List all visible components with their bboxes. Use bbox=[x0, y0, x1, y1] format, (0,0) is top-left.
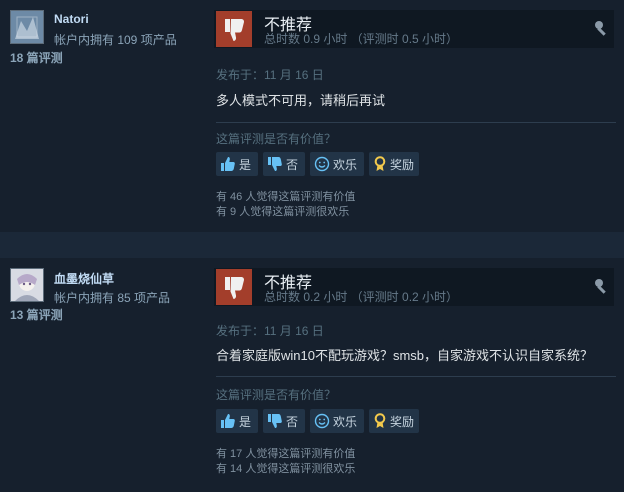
award-label: 奖励 bbox=[390, 414, 415, 429]
divider bbox=[216, 122, 616, 123]
thumbs-down-icon bbox=[216, 269, 252, 305]
vote-funny-button[interactable]: 欢乐 bbox=[310, 409, 364, 433]
playtime: 总时数 0.9 小时 （评测时 0.5 小时） bbox=[264, 32, 459, 46]
vote-yes-button[interactable]: 是 bbox=[216, 409, 258, 433]
review-count[interactable]: 13 篇评测 bbox=[10, 306, 63, 323]
products-owned[interactable]: 帐户内拥有 85 项产品 bbox=[54, 289, 170, 306]
helpful-count: 有 17 人觉得这篇评测有价值 bbox=[216, 448, 356, 460]
vote-yes-button[interactable]: 是 bbox=[216, 152, 258, 176]
playtime: 总时数 0.2 小时 （评测时 0.2 小时） bbox=[264, 290, 459, 304]
thumbs-up-icon bbox=[221, 414, 235, 428]
review-card: Natori 帐户内拥有 109 项产品 18 篇评测 不推荐 总时数 0.9 … bbox=[0, 0, 624, 232]
author-name[interactable]: 血墨烧仙草 bbox=[54, 270, 114, 287]
products-owned[interactable]: 帐户内拥有 109 项产品 bbox=[54, 31, 177, 48]
funny-count: 有 9 人觉得这篇评测很欢乐 bbox=[216, 206, 350, 218]
vote-no-button[interactable]: 否 bbox=[263, 409, 305, 433]
review-text: 多人模式不可用，请稍后再试 bbox=[216, 93, 386, 108]
vote-no-label: 否 bbox=[286, 414, 299, 429]
award-button[interactable]: 奖励 bbox=[369, 152, 419, 176]
award-icon bbox=[374, 413, 386, 428]
info-icon[interactable] bbox=[594, 20, 610, 36]
review-separator bbox=[0, 232, 624, 258]
vote-no-button[interactable]: 否 bbox=[263, 152, 305, 176]
vote-funny-label: 欢乐 bbox=[333, 157, 358, 172]
vote-stats: 有 17 人觉得这篇评测有价值 有 14 人觉得这篇评测很欢乐 bbox=[216, 447, 355, 477]
thumbs-up-icon bbox=[221, 157, 235, 171]
vote-no-label: 否 bbox=[286, 157, 299, 172]
award-icon bbox=[374, 156, 386, 171]
review-card: 血墨烧仙草 帐户内拥有 85 项产品 13 篇评测 不推荐 总时数 0.2 小时… bbox=[0, 258, 624, 492]
vote-yes-label: 是 bbox=[239, 414, 252, 429]
thumbs-down-icon bbox=[268, 157, 282, 171]
smiley-icon bbox=[314, 156, 330, 172]
thumbs-down-icon bbox=[216, 11, 252, 47]
posted-date: 发布于：11 月 16 日 bbox=[216, 324, 324, 338]
helpful-question: 这篇评测是否有价值？ bbox=[216, 132, 337, 146]
funny-count: 有 14 人觉得这篇评测很欢乐 bbox=[216, 463, 356, 475]
award-label: 奖励 bbox=[390, 157, 415, 172]
helpful-count: 有 46 人觉得这篇评测有价值 bbox=[216, 191, 356, 203]
review-count[interactable]: 18 篇评测 bbox=[10, 49, 63, 66]
vote-stats: 有 46 人觉得这篇评测有价值 有 9 人觉得这篇评测很欢乐 bbox=[216, 190, 355, 220]
verdict-header[interactable]: 不推荐 总时数 0.2 小时 （评测时 0.2 小时） bbox=[214, 268, 614, 306]
helpful-question: 这篇评测是否有价值？ bbox=[216, 388, 337, 402]
vote-yes-label: 是 bbox=[239, 157, 252, 172]
avatar[interactable] bbox=[10, 10, 44, 44]
vote-funny-label: 欢乐 bbox=[333, 414, 358, 429]
award-button[interactable]: 奖励 bbox=[369, 409, 419, 433]
info-icon[interactable] bbox=[594, 278, 610, 294]
smiley-icon bbox=[314, 413, 330, 429]
divider bbox=[216, 376, 616, 377]
thumbs-down-icon bbox=[268, 414, 282, 428]
vote-funny-button[interactable]: 欢乐 bbox=[310, 152, 364, 176]
verdict-header[interactable]: 不推荐 总时数 0.9 小时 （评测时 0.5 小时） bbox=[214, 10, 614, 48]
author-name[interactable]: Natori bbox=[54, 12, 89, 26]
avatar[interactable] bbox=[10, 268, 44, 302]
review-text: 合着家庭版win10不配玩游戏？smsb，自家游戏不认识自家系统？ bbox=[216, 348, 594, 363]
posted-date: 发布于：11 月 16 日 bbox=[216, 68, 324, 82]
